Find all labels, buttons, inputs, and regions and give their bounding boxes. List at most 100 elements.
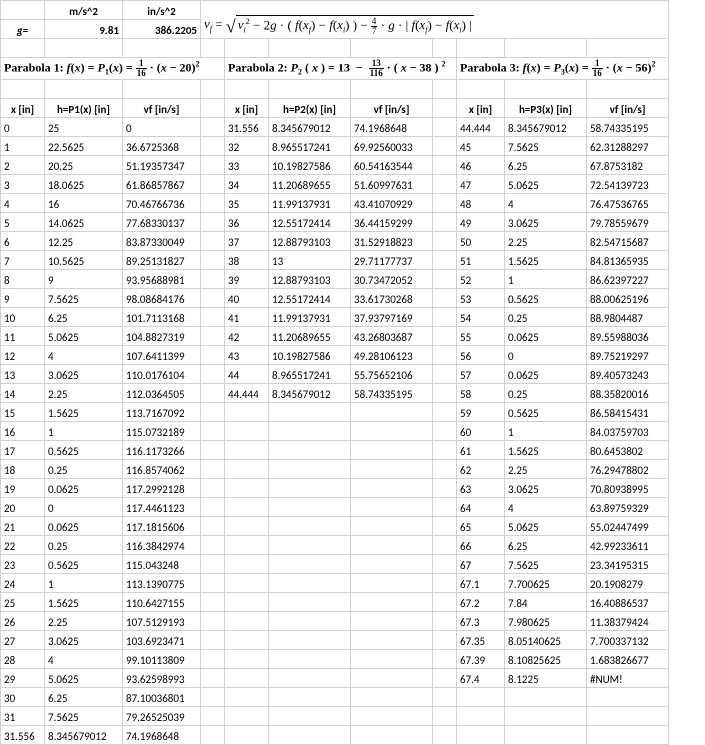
t2-x: 38 bbox=[225, 251, 269, 270]
t1-h: 2.25 bbox=[45, 612, 123, 631]
t3-x: 60 bbox=[457, 422, 505, 441]
t2-vf bbox=[351, 593, 433, 612]
t1-x: 8 bbox=[1, 270, 45, 289]
t3-x: 66 bbox=[457, 536, 505, 555]
t3-h: 6.25 bbox=[505, 156, 587, 175]
t2-h: 12.88793103 bbox=[269, 232, 351, 251]
t3-vf: 88.35820016 bbox=[587, 384, 669, 403]
t1-h: 25 bbox=[45, 118, 123, 137]
t3-vf: 88.9804487 bbox=[587, 308, 669, 327]
t1-h: 14.0625 bbox=[45, 213, 123, 232]
t3-h: 3.0625 bbox=[505, 213, 587, 232]
t2-vf: 30.73472052 bbox=[351, 270, 433, 289]
t3-x: 65 bbox=[457, 517, 505, 536]
t2-x bbox=[225, 479, 269, 498]
t1-h: 1 bbox=[45, 422, 123, 441]
t3-h: 4 bbox=[505, 194, 587, 213]
t1-vf: 104.8827319 bbox=[123, 327, 201, 346]
t1-x: 9 bbox=[1, 289, 45, 308]
g-value-ins2: 386.2205 bbox=[123, 20, 201, 39]
t3-x: 67.39 bbox=[457, 650, 505, 669]
t1-x: 26 bbox=[1, 612, 45, 631]
t3-h: 7.5625 bbox=[505, 137, 587, 156]
t2-h: 12.55172414 bbox=[269, 289, 351, 308]
t3-x: 50 bbox=[457, 232, 505, 251]
t2-h bbox=[269, 403, 351, 422]
t2-x bbox=[225, 669, 269, 688]
t3-vf: 82.54715687 bbox=[587, 232, 669, 251]
t3-vf: 86.58415431 bbox=[587, 403, 669, 422]
t2-x: 35 bbox=[225, 194, 269, 213]
t1-h: 1.5625 bbox=[45, 403, 123, 422]
t1-vf: 110.0176104 bbox=[123, 365, 201, 384]
t3-h: 0.25 bbox=[505, 308, 587, 327]
t3-h: 0.0625 bbox=[505, 327, 587, 346]
t2-h: 12.88793103 bbox=[269, 270, 351, 289]
t3-vf: 11.38379424 bbox=[587, 612, 669, 631]
t3-vf: 55.02447499 bbox=[587, 517, 669, 536]
t2-vf: 58.74335195 bbox=[351, 384, 433, 403]
t2-h: 11.99137931 bbox=[269, 308, 351, 327]
t1-x: 10 bbox=[1, 308, 45, 327]
t2-h: 10.19827586 bbox=[269, 156, 351, 175]
t1-vf: 117.4461123 bbox=[123, 498, 201, 517]
t2-vf: 60.54163544 bbox=[351, 156, 433, 175]
t3-x: 49 bbox=[457, 213, 505, 232]
col-h2: h=P2(x) [in] bbox=[269, 99, 351, 118]
t2-h bbox=[269, 460, 351, 479]
t1-h: 3.0625 bbox=[45, 631, 123, 650]
t1-vf: 107.5129193 bbox=[123, 612, 201, 631]
t2-h bbox=[269, 441, 351, 460]
t2-x: 41 bbox=[225, 308, 269, 327]
t1-vf: 74.1968648 bbox=[123, 726, 201, 745]
units-ms2: m/s^2 bbox=[45, 1, 123, 20]
t3-vf: 89.75219297 bbox=[587, 346, 669, 365]
col-x3: x [in] bbox=[457, 99, 505, 118]
t2-x: 31.556 bbox=[225, 118, 269, 137]
t1-h: 1.5625 bbox=[45, 593, 123, 612]
t1-x: 31 bbox=[1, 707, 45, 726]
t1-h: 0.0625 bbox=[45, 479, 123, 498]
t3-x: 54 bbox=[457, 308, 505, 327]
col-vf1: vf [in/s] bbox=[123, 99, 201, 118]
t1-x: 18 bbox=[1, 460, 45, 479]
t1-h: 9 bbox=[45, 270, 123, 289]
t2-h bbox=[269, 422, 351, 441]
t1-x: 22 bbox=[1, 536, 45, 555]
t3-x: 44.444 bbox=[457, 118, 505, 137]
t2-h bbox=[269, 612, 351, 631]
t2-vf bbox=[351, 669, 433, 688]
t1-vf: 61.86857867 bbox=[123, 175, 201, 194]
t1-h: 4 bbox=[45, 650, 123, 669]
t2-x bbox=[225, 555, 269, 574]
t3-x: 59 bbox=[457, 403, 505, 422]
t2-h bbox=[269, 593, 351, 612]
t2-vf: 49.28106123 bbox=[351, 346, 433, 365]
col-h3: h=P3(x) [in] bbox=[505, 99, 587, 118]
t2-h bbox=[269, 669, 351, 688]
t2-h: 11.20689655 bbox=[269, 175, 351, 194]
t3-vf: 72.54139723 bbox=[587, 175, 669, 194]
t3-x: 67.35 bbox=[457, 631, 505, 650]
cell bbox=[1, 1, 45, 20]
t3-vf: 62.31288297 bbox=[587, 137, 669, 156]
t2-x: 39 bbox=[225, 270, 269, 289]
t1-h: 6.25 bbox=[45, 688, 123, 707]
t2-x bbox=[225, 688, 269, 707]
t3-vf: 80.6453802 bbox=[587, 441, 669, 460]
t1-x: 3 bbox=[1, 175, 45, 194]
t1-h: 0.25 bbox=[45, 536, 123, 555]
t1-h: 0.5625 bbox=[45, 555, 123, 574]
t1-vf: 116.8574062 bbox=[123, 460, 201, 479]
t3-vf bbox=[587, 707, 669, 726]
t3-vf: 76.29478802 bbox=[587, 460, 669, 479]
t2-h: 8.965517241 bbox=[269, 137, 351, 156]
t1-vf: 0 bbox=[123, 118, 201, 137]
t2-vf bbox=[351, 403, 433, 422]
t2-vf bbox=[351, 479, 433, 498]
t1-x: 14 bbox=[1, 384, 45, 403]
t3-vf: 42.99233611 bbox=[587, 536, 669, 555]
t1-h: 7.5625 bbox=[45, 289, 123, 308]
t2-vf: 37.93797169 bbox=[351, 308, 433, 327]
t2-x: 32 bbox=[225, 137, 269, 156]
